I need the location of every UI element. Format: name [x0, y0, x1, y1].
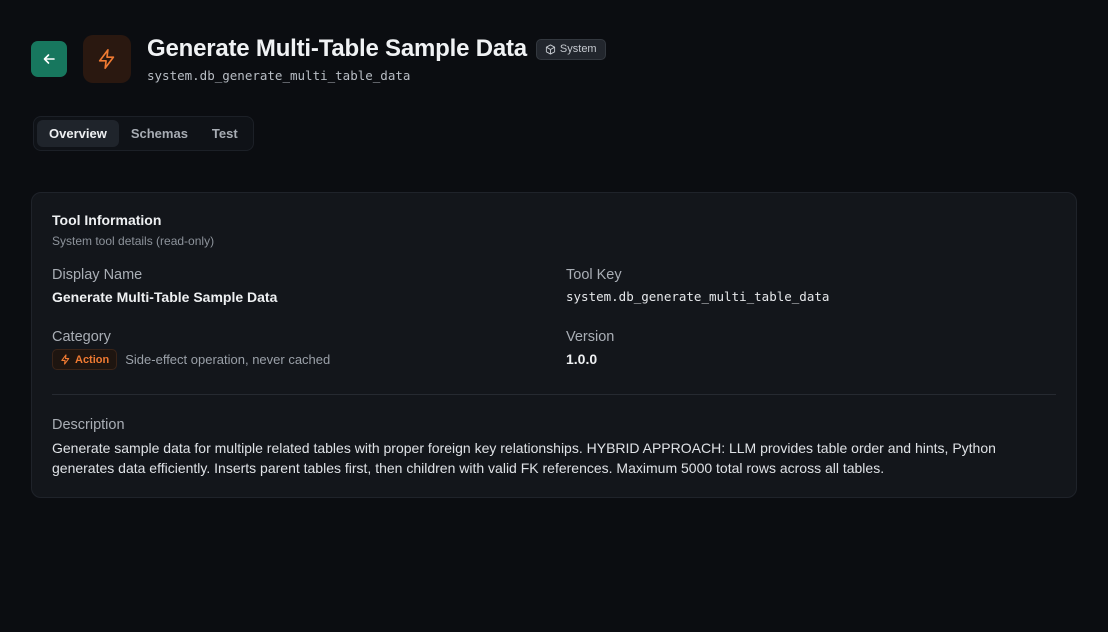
display-name-label: Display Name [52, 267, 143, 283]
lightning-bolt-icon [61, 354, 70, 365]
tool-icon [83, 34, 131, 83]
divider [52, 394, 1056, 395]
version-label: Version [566, 329, 615, 345]
action-badge: Action [52, 349, 118, 370]
cube-icon [545, 43, 556, 55]
system-badge-label: System [559, 43, 597, 55]
category-note: Side-effect operation, never cached [125, 352, 331, 367]
tool-detail-page: Generate Multi-Table Sample Data System … [0, 0, 1108, 632]
category-row: Action Side-effect operation, never cach… [52, 349, 330, 370]
back-button[interactable] [31, 40, 67, 77]
version-value: 1.0.0 [566, 351, 598, 367]
tab-overview[interactable]: Overview [37, 120, 119, 147]
lightning-bolt-icon [98, 48, 115, 69]
card-title: Tool Information [52, 212, 162, 228]
page-header: Generate Multi-Table Sample Data System … [31, 34, 606, 83]
tool-key-subtitle: system.db_generate_multi_table_data [147, 68, 411, 83]
tab-test[interactable]: Test [200, 120, 250, 147]
arrow-left-icon [43, 53, 55, 64]
tool-key-value: system.db_generate_multi_table_data [566, 289, 830, 304]
title-block: Generate Multi-Table Sample Data System … [147, 34, 606, 83]
description-label: Description [52, 417, 125, 433]
description-text: Generate sample data for multiple relate… [52, 440, 996, 476]
action-badge-label: Action [75, 353, 110, 366]
system-badge: System [535, 38, 606, 60]
title-row: Generate Multi-Table Sample Data System [147, 34, 606, 64]
tool-information-card: Tool Information System tool details (re… [31, 192, 1077, 498]
category-label: Category [52, 329, 111, 345]
tool-key-label: Tool Key [566, 267, 622, 283]
display-name-value: Generate Multi-Table Sample Data [52, 289, 278, 305]
card-subtitle: System tool details (read-only) [52, 234, 215, 248]
tab-bar: Overview Schemas Test [33, 116, 254, 151]
page-title: Generate Multi-Table Sample Data [147, 35, 527, 62]
tab-schemas[interactable]: Schemas [119, 120, 200, 147]
